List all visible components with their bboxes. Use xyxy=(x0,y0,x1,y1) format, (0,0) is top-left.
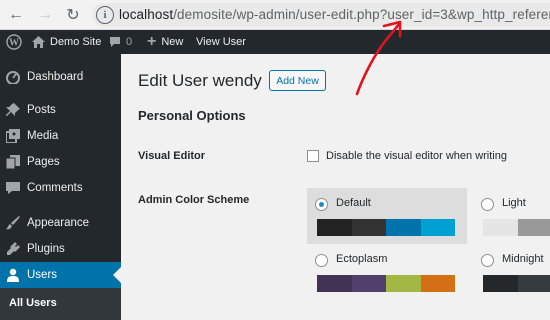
comments-link[interactable]: 0 xyxy=(109,30,132,54)
sidebar-item-media[interactable]: Media xyxy=(0,123,121,149)
admin-bar: W Demo Site 0 + New View User xyxy=(0,30,550,54)
sidebar-item-pages[interactable]: Pages xyxy=(0,149,121,175)
color-scheme-midnight[interactable]: Midnight xyxy=(473,244,550,300)
url-path: /demosite/wp-admin/user-edit.php?user_id… xyxy=(173,7,550,22)
address-bar[interactable]: i localhost/demosite/wp-admin/user-edit.… xyxy=(92,3,550,27)
color-scheme-default[interactable]: Default xyxy=(307,188,467,244)
sidebar-item-users[interactable]: Users xyxy=(0,262,121,288)
brush-icon xyxy=(6,215,20,231)
pushpin-icon xyxy=(6,102,20,118)
add-new-button[interactable]: Add New xyxy=(269,70,326,91)
color-swatch xyxy=(517,275,550,292)
back-arrow-icon[interactable]: ← xyxy=(5,4,27,26)
sidebar-item-label: Appearance xyxy=(27,217,90,229)
swatch-row xyxy=(483,275,550,292)
url-host: localhost xyxy=(119,7,174,22)
swatch-row xyxy=(317,275,455,292)
svg-text:W: W xyxy=(9,38,19,49)
url-text[interactable]: localhost/demosite/wp-admin/user-edit.ph… xyxy=(119,7,550,22)
submenu-item-all-users[interactable]: All Users xyxy=(9,297,57,309)
wordpress-logo-icon[interactable]: W xyxy=(6,30,22,54)
visual-editor-label: Visual Editor xyxy=(138,150,206,162)
info-icon[interactable]: i xyxy=(96,6,114,24)
scheme-name: Default xyxy=(336,197,371,209)
dashboard-icon xyxy=(6,69,20,85)
users-submenu: All Users xyxy=(0,288,121,320)
radio-default[interactable] xyxy=(315,198,328,211)
browser-toolbar: ← → ↻ i localhost/demosite/wp-admin/user… xyxy=(0,0,550,30)
color-swatch xyxy=(386,219,421,236)
plus-icon: + xyxy=(147,33,157,50)
scheme-name: Light xyxy=(502,197,526,209)
comments-count: 0 xyxy=(126,36,133,48)
color-swatch xyxy=(483,219,518,236)
sidebar-item-label: Dashboard xyxy=(27,71,84,83)
radio-midnight[interactable] xyxy=(481,254,494,267)
page-title: Edit User wendy xyxy=(138,71,262,90)
color-swatch xyxy=(351,275,386,292)
plugin-icon xyxy=(6,241,20,257)
disable-visual-editor-label[interactable]: Disable the visual editor when writing xyxy=(326,150,507,162)
sidebar-item-comments[interactable]: Comments xyxy=(0,175,121,201)
color-scheme-light[interactable]: Light xyxy=(473,188,550,244)
sidebar-item-label: Pages xyxy=(27,156,60,168)
new-content-link[interactable]: + New xyxy=(147,30,183,54)
sidebar-item-appearance[interactable]: Appearance xyxy=(0,210,121,236)
site-name-link[interactable]: Demo Site xyxy=(32,30,101,54)
disable-visual-editor-checkbox[interactable] xyxy=(307,150,319,162)
swatch-row xyxy=(483,219,550,236)
new-label: New xyxy=(161,36,184,48)
color-swatch xyxy=(517,219,550,236)
color-swatch xyxy=(317,275,352,292)
pages-icon xyxy=(6,154,20,170)
users-icon xyxy=(6,267,20,283)
comment-bubble-icon xyxy=(109,36,121,48)
admin-sidebar: Dashboard Posts Media Pages Comments App… xyxy=(0,54,121,320)
color-swatch xyxy=(386,275,421,292)
forward-arrow-icon[interactable]: → xyxy=(34,4,56,26)
radio-light[interactable] xyxy=(481,198,494,211)
scheme-name: Midnight xyxy=(502,253,544,265)
color-swatch xyxy=(420,275,455,292)
sidebar-item-plugins[interactable]: Plugins xyxy=(0,236,121,262)
radio-ectoplasm[interactable] xyxy=(315,254,328,267)
swatch-row xyxy=(317,219,455,236)
home-icon xyxy=(32,36,45,48)
sidebar-item-label: Plugins xyxy=(27,243,65,255)
color-swatch xyxy=(483,275,518,292)
comments-icon xyxy=(6,180,20,196)
sidebar-item-label: Users xyxy=(27,269,58,281)
media-icon xyxy=(6,128,20,144)
personal-options-heading: Personal Options xyxy=(138,108,246,123)
color-scheme-ectoplasm[interactable]: Ectoplasm xyxy=(307,244,467,300)
active-menu-arrow xyxy=(113,267,121,283)
site-name-label: Demo Site xyxy=(50,36,102,48)
color-swatch xyxy=(317,219,352,236)
scheme-name: Ectoplasm xyxy=(336,253,388,265)
sidebar-item-label: Posts xyxy=(27,104,56,116)
color-swatch xyxy=(420,219,455,236)
reload-icon[interactable]: ↻ xyxy=(62,4,84,26)
view-user-link[interactable]: View User xyxy=(196,30,246,54)
sidebar-item-posts[interactable]: Posts xyxy=(0,97,121,123)
screenshot-root: ← → ↻ i localhost/demosite/wp-admin/user… xyxy=(0,0,550,320)
sidebar-item-dashboard[interactable]: Dashboard xyxy=(0,64,121,90)
view-user-label: View User xyxy=(196,36,246,48)
color-scheme-label: Admin Color Scheme xyxy=(138,194,250,206)
sidebar-item-label: Media xyxy=(27,130,59,142)
color-swatch xyxy=(351,219,386,236)
sidebar-item-label: Comments xyxy=(27,182,83,194)
main-content: Edit User wendy Add New Personal Options… xyxy=(121,54,550,320)
